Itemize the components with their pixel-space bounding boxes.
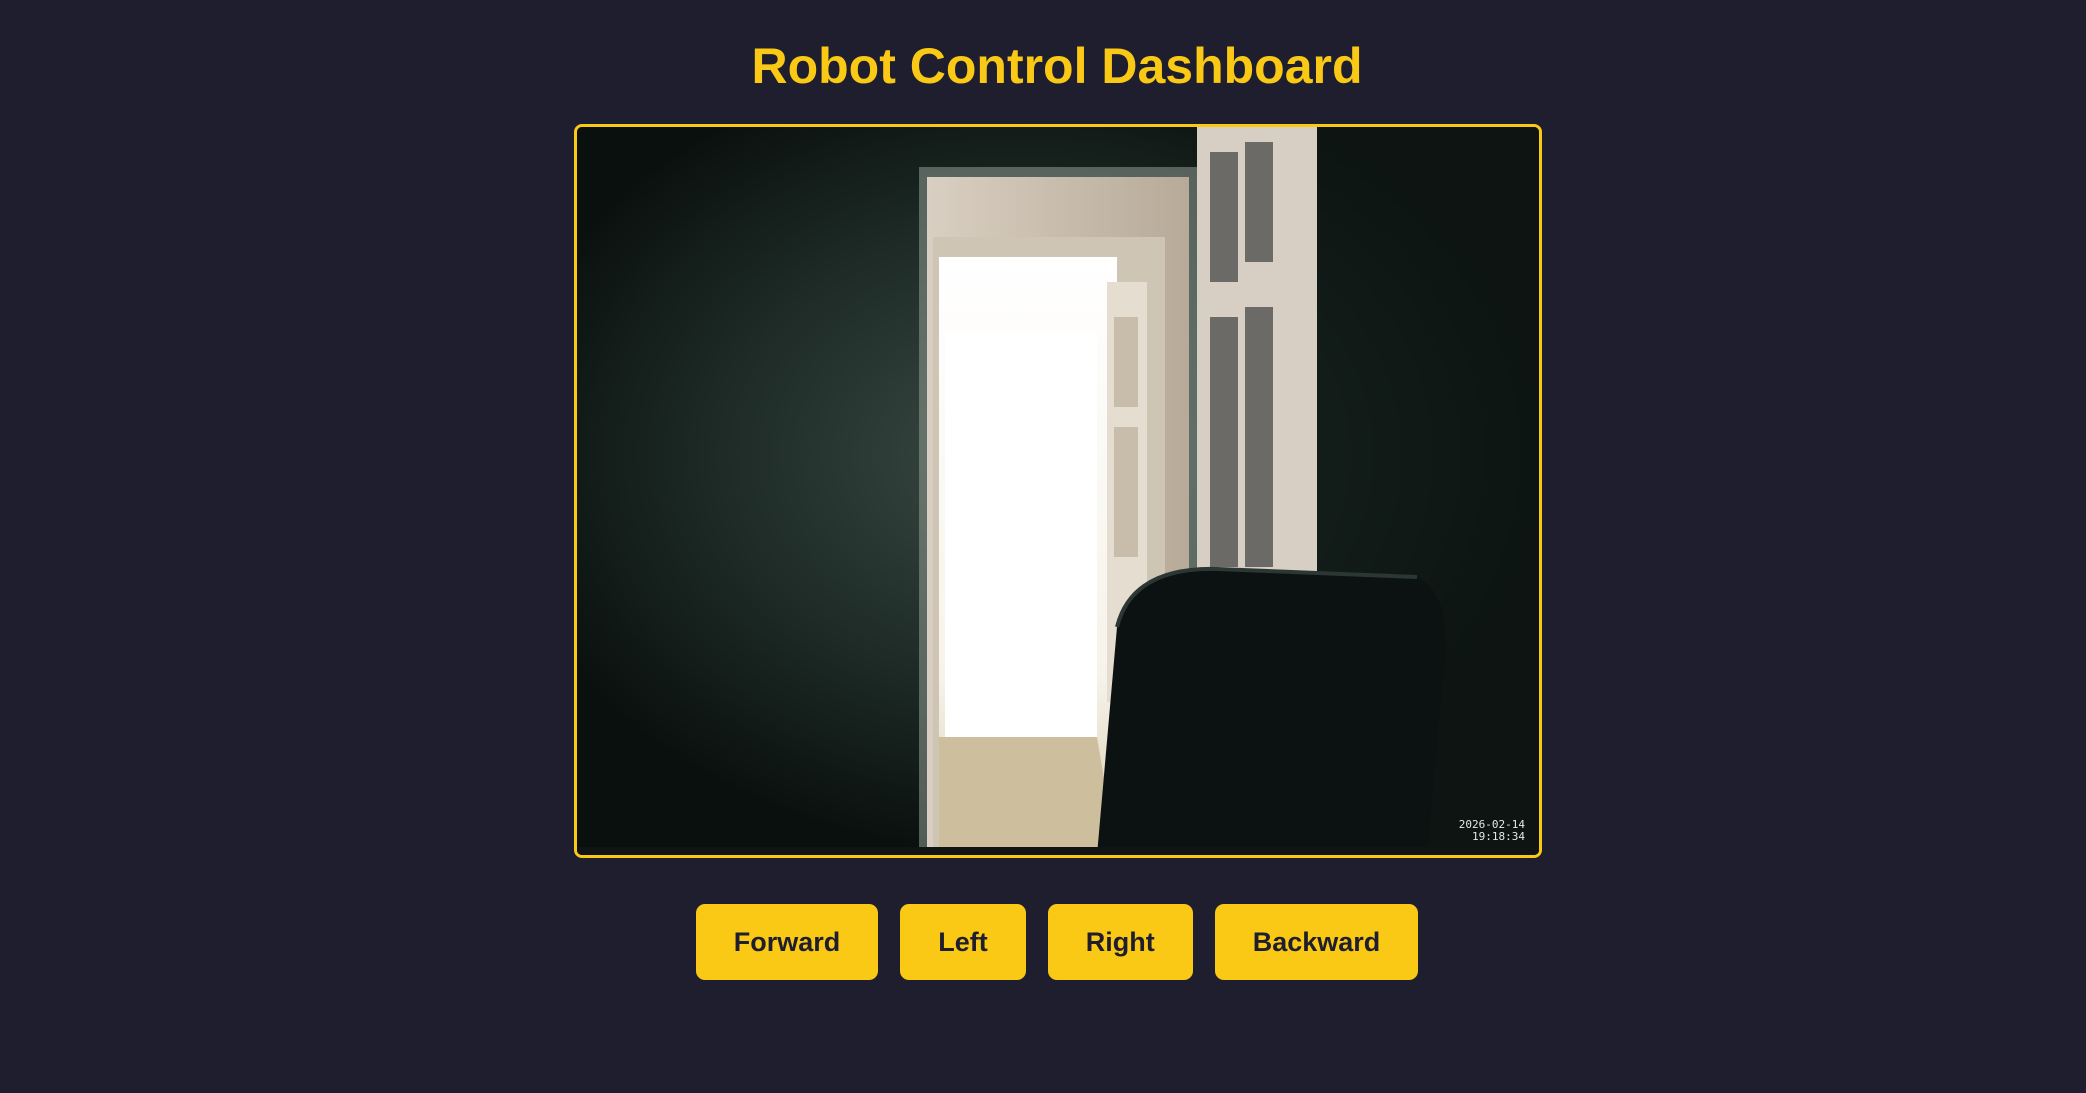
camera-image xyxy=(577,127,1539,855)
camera-feed: 2026-02-14 19:18:34 xyxy=(574,124,1542,858)
left-button[interactable]: Left xyxy=(900,904,1026,980)
right-button[interactable]: Right xyxy=(1047,904,1193,980)
dashboard-page: Robot Control Dashboard 2026-02-14 19:18… xyxy=(0,0,2086,1093)
camera-timestamp: 2026-02-14 19:18:34 xyxy=(1459,819,1525,843)
robot-controls: Forward Left Right Backward xyxy=(0,904,2086,980)
timestamp-time: 19:18:34 xyxy=(1472,830,1525,843)
forward-button[interactable]: Forward xyxy=(695,904,879,980)
page-title: Robot Control Dashboard xyxy=(751,38,1363,94)
backward-button[interactable]: Backward xyxy=(1214,904,1419,980)
